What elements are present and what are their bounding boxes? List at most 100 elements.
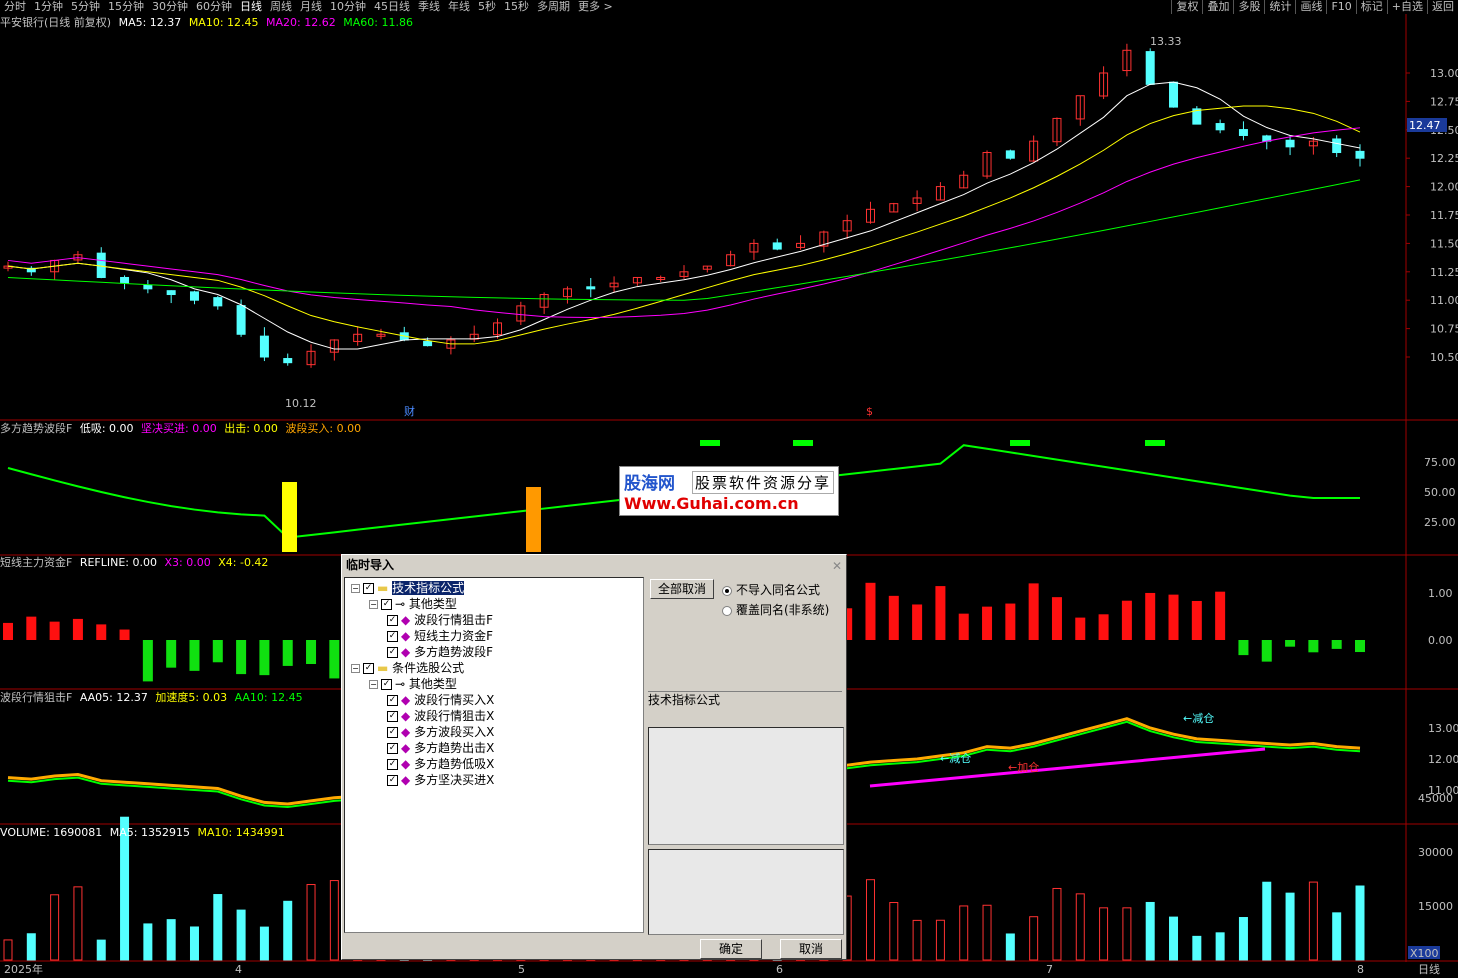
tree-node[interactable]: − ✓ ▬ 技术指标公式 <box>351 580 465 596</box>
collapse-icon[interactable]: − <box>369 600 378 609</box>
money-bar <box>166 640 177 668</box>
tree-node[interactable]: − ✓ ⊸ 其他类型 <box>369 596 457 612</box>
volume-bar <box>935 919 945 961</box>
checkbox-icon[interactable]: ✓ <box>387 615 398 626</box>
tree-node[interactable]: ✓ ◆ 波段行情狙击X <box>387 708 494 724</box>
period-tab[interactable]: 10分钟 <box>326 0 370 14</box>
checkbox-icon[interactable]: ✓ <box>381 679 392 690</box>
period-tab[interactable]: 5秒 <box>474 0 500 14</box>
toolbar-button[interactable]: 标记 <box>1355 0 1387 14</box>
period-tab[interactable]: 多周期 <box>533 0 574 14</box>
tree-node-label: 多方趋势波段F <box>414 645 493 659</box>
tree-node[interactable]: ✓ ◆ 波段行情狙击F <box>387 612 493 628</box>
tree-node[interactable]: ✓ ◆ 多方波段买入X <box>387 724 494 740</box>
cancel-all-button[interactable]: 全部取消 <box>650 579 714 599</box>
period-tab[interactable]: 60分钟 <box>192 0 236 14</box>
period-tab[interactable]: 日线 <box>236 0 266 14</box>
formula-tree[interactable]: − ✓ ▬ 技术指标公式 − ✓ ⊸ 其他类型 ✓ ◆ 波段行情狙击F ✓ ◆ 短线主力资金F ✓ ◆… <box>344 577 644 933</box>
collapse-icon[interactable]: − <box>351 584 360 593</box>
checkbox-icon[interactable]: ✓ <box>381 599 392 610</box>
toolbar-button[interactable]: 叠加 <box>1202 0 1233 14</box>
period-tab[interactable]: 1分钟 <box>30 0 67 14</box>
volume-bar <box>982 904 992 961</box>
date-label: 6 <box>776 963 783 976</box>
formula-icon: ◆ <box>401 709 411 723</box>
ind1-title: 多方趋势波段F <box>0 422 73 435</box>
folder-icon: ▬ <box>377 581 389 595</box>
volume-bar <box>213 894 223 961</box>
tree-node[interactable]: ✓ ◆ 多方趋势波段F <box>387 644 493 660</box>
checkbox-icon[interactable]: ✓ <box>387 647 398 658</box>
checkbox-icon[interactable]: ✓ <box>363 583 374 594</box>
y-tick-label: 1.00 <box>1428 587 1453 600</box>
tree-node-label: 条件选股公式 <box>392 661 465 675</box>
formula-icon: ◆ <box>401 645 411 659</box>
period-tab[interactable]: 年线 <box>444 0 474 14</box>
formula-icon: ◆ <box>401 773 411 787</box>
money-bar <box>1005 603 1016 640</box>
period-tab[interactable]: 更多 > <box>574 0 617 14</box>
toolbar-button[interactable]: 复权 <box>1171 0 1202 14</box>
ind2-header: 短线主力资金F REFLINE: 0.00 X3: 0.00 X4: -0.42 <box>0 556 272 570</box>
candle-body <box>166 290 176 296</box>
tree-node[interactable]: − ✓ ⊸ 其他类型 <box>369 676 457 692</box>
period-tab[interactable]: 月线 <box>296 0 326 14</box>
radio1-label: 不导入同名公式 <box>736 583 821 597</box>
candle-body <box>143 284 153 290</box>
toolbar-button[interactable]: 画线 <box>1295 0 1326 14</box>
checkbox-icon[interactable]: ✓ <box>387 775 398 786</box>
formula-icon: ◆ <box>401 693 411 707</box>
tree-node-label: 多方波段买入X <box>414 725 495 739</box>
volume-bar <box>1238 917 1248 961</box>
tree-node[interactable]: ✓ ◆ 波段行情买入X <box>387 692 494 708</box>
period-tab[interactable]: 15分钟 <box>104 0 148 14</box>
tree-node[interactable]: ✓ ◆ 短线主力资金F <box>387 628 493 644</box>
candle-body <box>1332 138 1342 154</box>
checkbox-icon[interactable]: ✓ <box>387 743 398 754</box>
radio-no-import[interactable]: 不导入同名公式 <box>722 581 820 598</box>
tree-node[interactable]: ✓ ◆ 多方趋势低吸X <box>387 756 494 772</box>
money-bar <box>142 640 153 682</box>
period-tab[interactable]: 30分钟 <box>148 0 192 14</box>
ind3-header: 波段行情狙击F AA05: 12.37 加速度5: 0.03 AA10: 12.… <box>0 691 307 705</box>
radio-overwrite[interactable]: 覆盖同名(非系统) <box>722 601 829 618</box>
period-tab[interactable]: 季线 <box>414 0 444 14</box>
high-label: 13.33 <box>1150 35 1182 48</box>
toolbar-button[interactable]: +自选 <box>1386 0 1427 14</box>
money-bar <box>49 621 60 640</box>
close-icon[interactable]: ✕ <box>832 556 842 576</box>
candle-body <box>213 297 223 307</box>
tree-node-label: 其他类型 <box>408 597 457 611</box>
y-tick-label: 45000 <box>1418 792 1453 805</box>
toolbar-button[interactable]: F10 <box>1326 0 1355 14</box>
collapse-icon[interactable]: − <box>369 680 378 689</box>
checkbox-icon[interactable]: ✓ <box>387 727 398 738</box>
period-tab[interactable]: 5分钟 <box>67 0 104 14</box>
volume-bar <box>50 894 60 961</box>
ok-button[interactable]: 确定 <box>700 939 762 959</box>
checkbox-icon[interactable]: ✓ <box>387 695 398 706</box>
checkbox-icon[interactable]: ✓ <box>363 663 374 674</box>
toolbar-button[interactable]: 统计 <box>1264 0 1295 14</box>
period-tab[interactable]: 周线 <box>266 0 296 14</box>
checkbox-icon[interactable]: ✓ <box>387 759 398 770</box>
money-bar <box>1285 640 1296 647</box>
toolbar-button[interactable]: 返回 <box>1427 0 1458 14</box>
period-tab[interactable]: 45日线 <box>370 0 414 14</box>
cancel-button[interactable]: 取消 <box>780 939 842 959</box>
toolbar-button[interactable]: 多股 <box>1233 0 1264 14</box>
period-tab[interactable]: 分时 <box>0 0 30 14</box>
money-bar <box>1215 591 1226 640</box>
tree-node[interactable]: ✓ ◆ 多方趋势出击X <box>387 740 494 756</box>
period-tab[interactable]: 15秒 <box>500 0 533 14</box>
checkbox-icon[interactable]: ✓ <box>387 631 398 642</box>
checkbox-icon[interactable]: ✓ <box>387 711 398 722</box>
candle-body <box>1145 51 1155 85</box>
tree-node[interactable]: ✓ ◆ 多方坚决买进X <box>387 772 494 788</box>
collapse-icon[interactable]: − <box>351 664 360 673</box>
ind3-v1: AA05: 12.37 <box>79 691 148 704</box>
date-axis: 2025年 4 5 6 7 8 日线 <box>0 962 1458 978</box>
formula-icon: ◆ <box>401 725 411 739</box>
money-bar <box>212 640 223 663</box>
tree-node[interactable]: − ✓ ▬ 条件选股公式 <box>351 660 464 676</box>
